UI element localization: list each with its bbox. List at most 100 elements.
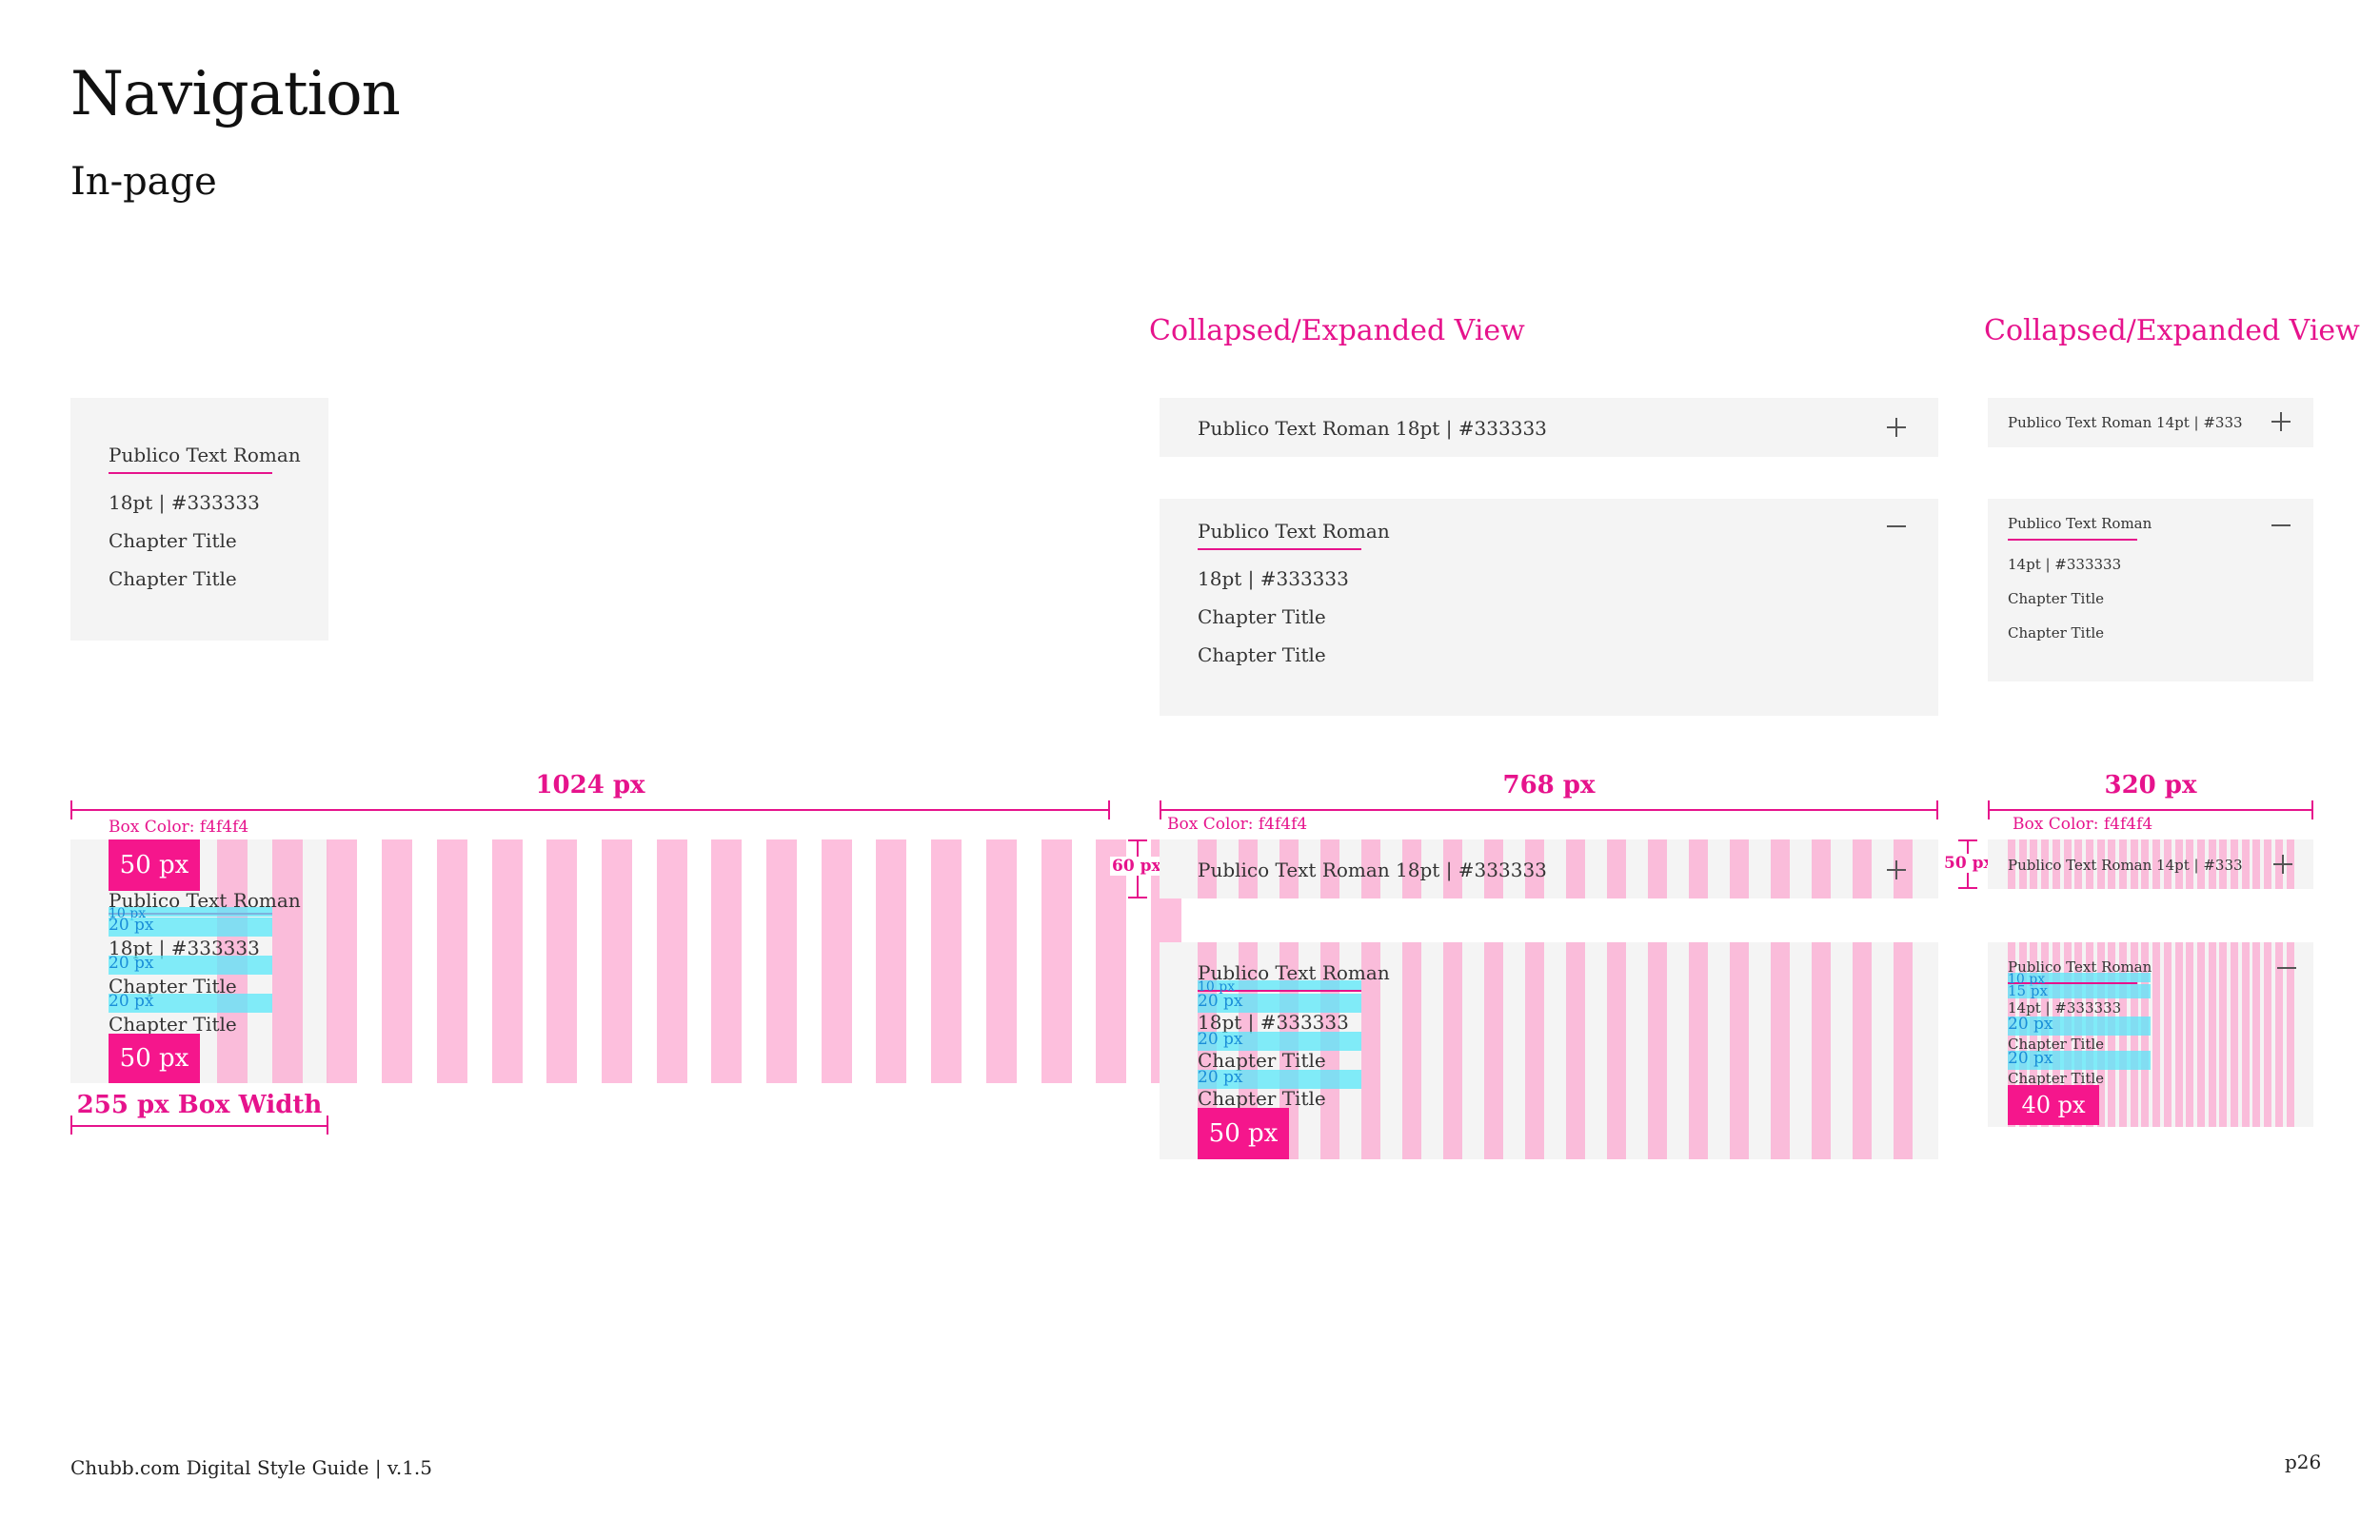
tablet-gap-20: 20 px xyxy=(1198,1032,1361,1051)
box-color-label: Box Color: f4f4f4 xyxy=(109,818,249,837)
desktop-nav-heading[interactable]: Publico Text Roman xyxy=(109,444,301,466)
desktop-grid-column xyxy=(766,839,797,1083)
desktop-nav-line3[interactable]: Chapter Title xyxy=(109,567,237,590)
plus-icon[interactable] xyxy=(2271,412,2291,431)
mobile-expanded-heading[interactable]: Publico Text Roman xyxy=(2008,515,2152,532)
dim-tick xyxy=(1128,839,1147,841)
tablet-expanded-line1: 18pt | #333333 xyxy=(1198,567,1349,590)
page-title: Navigation xyxy=(70,59,401,129)
desktop-grid-column xyxy=(985,839,1017,1083)
mobile-expanded-line3[interactable]: Chapter Title xyxy=(2008,624,2104,642)
mobile-expanded-nav: Publico Text Roman 14pt | #333333 Chapte… xyxy=(1988,499,2313,681)
desktop-grid-column xyxy=(1096,839,1127,1083)
tablet-grid-column xyxy=(1566,942,1585,1159)
mobile-expanded-line2[interactable]: Chapter Title xyxy=(2008,590,2104,607)
tablet-expanded-underline xyxy=(1198,548,1361,550)
tablet-expanded-line3[interactable]: Chapter Title xyxy=(1198,643,1326,666)
desktop-width-line xyxy=(70,809,1110,811)
tablet-grid-column xyxy=(1402,942,1421,1159)
tablet-grid-column xyxy=(1689,942,1708,1159)
mobile-grid-column xyxy=(2208,942,2216,1127)
tablet-grid-column xyxy=(1648,839,1667,898)
mobile-gap-15: 15 px xyxy=(2008,984,2151,998)
tablet-grid-column xyxy=(1812,839,1831,898)
mobile-grid-column xyxy=(2252,942,2261,1127)
minus-icon xyxy=(2277,967,2296,969)
minus-icon[interactable] xyxy=(1887,525,1906,527)
desktop-grid-column xyxy=(1041,839,1072,1083)
plus-icon xyxy=(1887,860,1906,879)
desktop-grid-column xyxy=(491,839,523,1083)
footer-guide: Chubb.com Digital Style Guide | v.1.5 xyxy=(70,1456,432,1479)
dim-tick xyxy=(1936,800,1938,819)
height-60-label: 60 px xyxy=(1110,857,1163,876)
dim-tick xyxy=(1988,800,1990,819)
tablet-section-title: Collapsed/Expanded View xyxy=(1149,314,1525,347)
mobile-grid-column xyxy=(2286,942,2294,1127)
minus-icon[interactable] xyxy=(2271,524,2291,526)
desktop-nav-line2[interactable]: Chapter Title xyxy=(109,529,237,552)
tablet-grid-column xyxy=(1771,839,1790,898)
tablet-padding-bottom-badge: 50 px xyxy=(1198,1108,1289,1159)
tablet-spec-line3: Chapter Title xyxy=(1198,1087,1326,1110)
mobile-grid-column xyxy=(2264,839,2272,889)
tablet-width-line xyxy=(1160,809,1938,811)
plus-icon[interactable] xyxy=(1887,418,1906,437)
desktop-nav-line1: 18pt | #333333 xyxy=(109,491,260,514)
mobile-gap-20: 20 px xyxy=(2008,1017,2151,1036)
tablet-width-label: 768 px xyxy=(1502,771,1596,800)
mobile-expanded-line1: 14pt | #333333 xyxy=(2008,556,2122,573)
tablet-grid-column xyxy=(1525,942,1544,1159)
mobile-spec-collapsed-label: Publico Text Roman 14pt | #333 xyxy=(2008,857,2243,874)
tablet-grid-column xyxy=(1689,839,1708,898)
tablet-grid-column xyxy=(1771,942,1790,1159)
tablet-gap-20: 20 px xyxy=(1198,1070,1361,1089)
dim-tick xyxy=(1160,800,1161,819)
dim-tick xyxy=(1958,887,1977,889)
dim-tick xyxy=(70,800,72,819)
mobile-grid-column xyxy=(2219,942,2228,1127)
mobile-grid-column xyxy=(2274,942,2283,1127)
mobile-section-title: Collapsed/Expanded View xyxy=(1984,314,2360,347)
dim-tick xyxy=(1108,800,1110,819)
mobile-width-line xyxy=(1988,809,2313,811)
box-color-label: Box Color: f4f4f4 xyxy=(1167,815,1308,834)
tablet-grid-column xyxy=(1730,942,1749,1159)
mobile-width-label: 320 px xyxy=(2104,771,2197,800)
mobile-grid-column xyxy=(2163,942,2172,1127)
tablet-expanded-line2[interactable]: Chapter Title xyxy=(1198,605,1326,628)
dim-tick xyxy=(2311,800,2313,819)
mobile-collapsed-nav[interactable]: Publico Text Roman 14pt | #333 xyxy=(1988,398,2313,447)
desktop-gap-20: 20 px xyxy=(109,994,272,1013)
mobile-gap-10: 10 px xyxy=(2008,973,2151,986)
tablet-grid-column xyxy=(1853,839,1872,898)
desktop-grid-column xyxy=(711,839,743,1083)
tablet-collapsed-nav[interactable]: Publico Text Roman 18pt | #333333 xyxy=(1160,398,1938,457)
tablet-expanded-heading[interactable]: Publico Text Roman xyxy=(1198,520,1390,543)
dim-tick xyxy=(327,1116,328,1135)
dim-tick xyxy=(70,1116,72,1135)
mobile-grid-column xyxy=(2241,839,2250,889)
mobile-grid-column xyxy=(2152,942,2161,1127)
tablet-grid-column xyxy=(1812,942,1831,1159)
tablet-grid-column xyxy=(1648,942,1667,1159)
page-number: p26 xyxy=(2285,1451,2322,1473)
tablet-grid-column xyxy=(1607,839,1626,898)
box-width-line xyxy=(70,1125,328,1127)
desktop-grid-column xyxy=(546,839,578,1083)
tablet-grid-column xyxy=(1566,839,1585,898)
desktop-grid-column xyxy=(382,839,413,1083)
mobile-grid-column xyxy=(2252,839,2261,889)
tablet-grid-column xyxy=(1894,942,1913,1159)
tablet-grid-column xyxy=(1443,942,1462,1159)
mobile-grid-column xyxy=(2186,942,2194,1127)
mobile-padding-bottom-badge: 40 px xyxy=(2008,1085,2099,1125)
mobile-grid-column xyxy=(2231,942,2238,1127)
dim-tick xyxy=(1958,839,1977,841)
tablet-spec-collapsed-label: Publico Text Roman 18pt | #333333 xyxy=(1198,859,1547,881)
desktop-grid-column xyxy=(656,839,687,1083)
desktop-grid-column xyxy=(271,839,303,1083)
page-subtitle: In-page xyxy=(70,160,217,204)
tablet-grid-column xyxy=(1853,942,1872,1159)
desktop-grid-column xyxy=(436,839,467,1083)
